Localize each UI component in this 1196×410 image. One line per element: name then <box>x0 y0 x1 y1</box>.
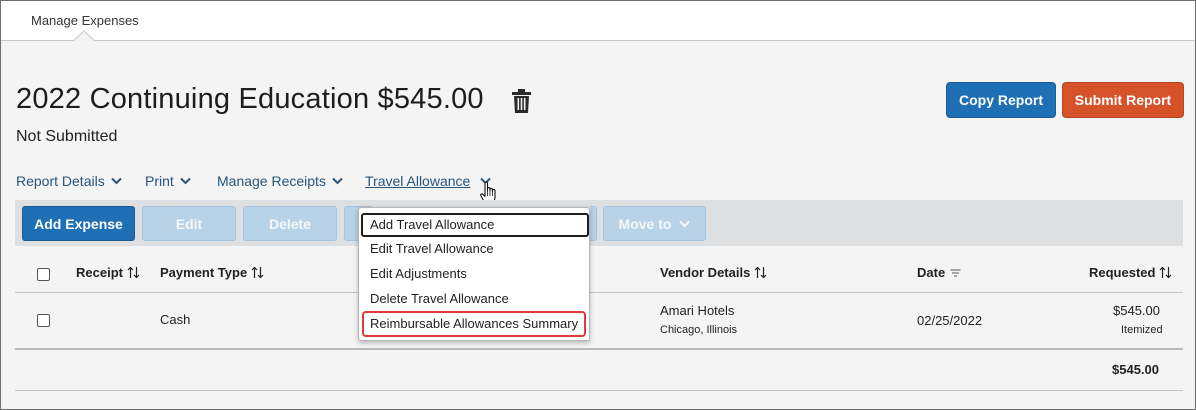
sort-icon <box>754 266 767 279</box>
print-label: Print <box>145 173 174 189</box>
chevron-down-icon <box>332 177 343 185</box>
menu-item-add-travel-allowance[interactable]: Add Travel Allowance <box>370 217 494 232</box>
header-divider <box>15 292 1183 293</box>
sort-icon <box>1160 266 1172 279</box>
sort-descending-icon <box>950 269 961 277</box>
sort-icon <box>251 266 264 279</box>
column-header-receipt-label: Receipt <box>76 265 123 280</box>
move-to-button[interactable]: Move to <box>603 206 706 241</box>
vendor-name-cell: Amari Hotels <box>660 303 735 318</box>
add-expense-button[interactable]: Add Expense <box>22 206 135 241</box>
chevron-down-icon <box>110 177 122 185</box>
report-title: 2022 Continuing Education $545.00 <box>16 83 484 115</box>
payment-type-cell: Cash <box>160 312 191 327</box>
total-divider <box>15 348 1183 350</box>
travel-allowance-label: Travel Allowance <box>365 173 471 189</box>
column-header-payment-type-label: Payment Type <box>160 265 248 280</box>
delete-report-trash-icon[interactable] <box>512 89 531 113</box>
print-menu[interactable]: Print <box>145 173 191 189</box>
delete-button[interactable]: Delete <box>243 206 337 241</box>
menu-item-reimbursable-allowances-summary[interactable]: Reimbursable Allowances Summary <box>370 316 578 331</box>
expense-toolbar: Add Expense Edit Delete Move to <box>15 200 1183 246</box>
top-navigation-bar: Manage Expenses <box>1 1 1195 42</box>
travel-allowance-dropdown: Add Travel Allowance Edit Travel Allowan… <box>358 207 590 341</box>
submit-report-button[interactable]: Submit Report <box>1062 82 1184 118</box>
hidden-toolbar-button-edge[interactable] <box>590 206 597 241</box>
column-header-vendor-details[interactable]: Vendor Details <box>660 265 767 280</box>
select-all-checkbox[interactable] <box>37 268 50 281</box>
vendor-location-cell: Chicago, Illinois <box>660 324 738 336</box>
sort-icon <box>127 266 140 279</box>
report-total: $545.00 <box>1112 362 1159 377</box>
menu-item-delete-travel-allowance[interactable]: Delete Travel Allowance <box>370 291 509 306</box>
tab-manage-expenses[interactable]: Manage Expenses <box>31 13 139 28</box>
report-status: Not Submitted <box>16 128 118 145</box>
edit-button[interactable]: Edit <box>142 206 236 241</box>
column-header-date-label: Date <box>917 265 946 280</box>
manage-receipts-menu[interactable]: Manage Receipts <box>217 173 343 189</box>
column-header-requested-label: Requested <box>1089 265 1156 280</box>
report-details-label: Report Details <box>16 173 105 189</box>
column-header-payment-type[interactable]: Payment Type <box>160 265 264 280</box>
column-header-requested[interactable]: Requested <box>1089 265 1172 280</box>
row-checkbox[interactable] <box>37 314 50 327</box>
amount-cell: $545.00 <box>1113 303 1160 318</box>
copy-report-button[interactable]: Copy Report <box>946 82 1056 118</box>
chevron-down-icon <box>679 220 691 227</box>
column-header-vendor-label: Vendor Details <box>660 265 751 280</box>
move-to-label: Move to <box>618 215 672 232</box>
column-header-date[interactable]: Date <box>917 265 962 280</box>
menu-item-edit-adjustments[interactable]: Edit Adjustments <box>370 266 467 281</box>
manage-receipts-label: Manage Receipts <box>217 173 326 189</box>
app-window: Manage Expenses 2022 Continuing Educatio… <box>0 0 1196 410</box>
itemized-note: Itemized <box>1121 324 1163 336</box>
column-header-receipt[interactable]: Receipt <box>76 265 140 280</box>
travel-allowance-menu[interactable]: Travel Allowance <box>365 173 492 189</box>
report-details-menu[interactable]: Report Details <box>16 173 122 189</box>
footer-divider <box>15 390 1183 391</box>
chevron-down-icon <box>180 177 191 185</box>
menu-item-edit-travel-allowance[interactable]: Edit Travel Allowance <box>370 241 494 256</box>
date-cell: 02/25/2022 <box>917 313 983 328</box>
active-tab-caret-icon <box>73 30 95 42</box>
